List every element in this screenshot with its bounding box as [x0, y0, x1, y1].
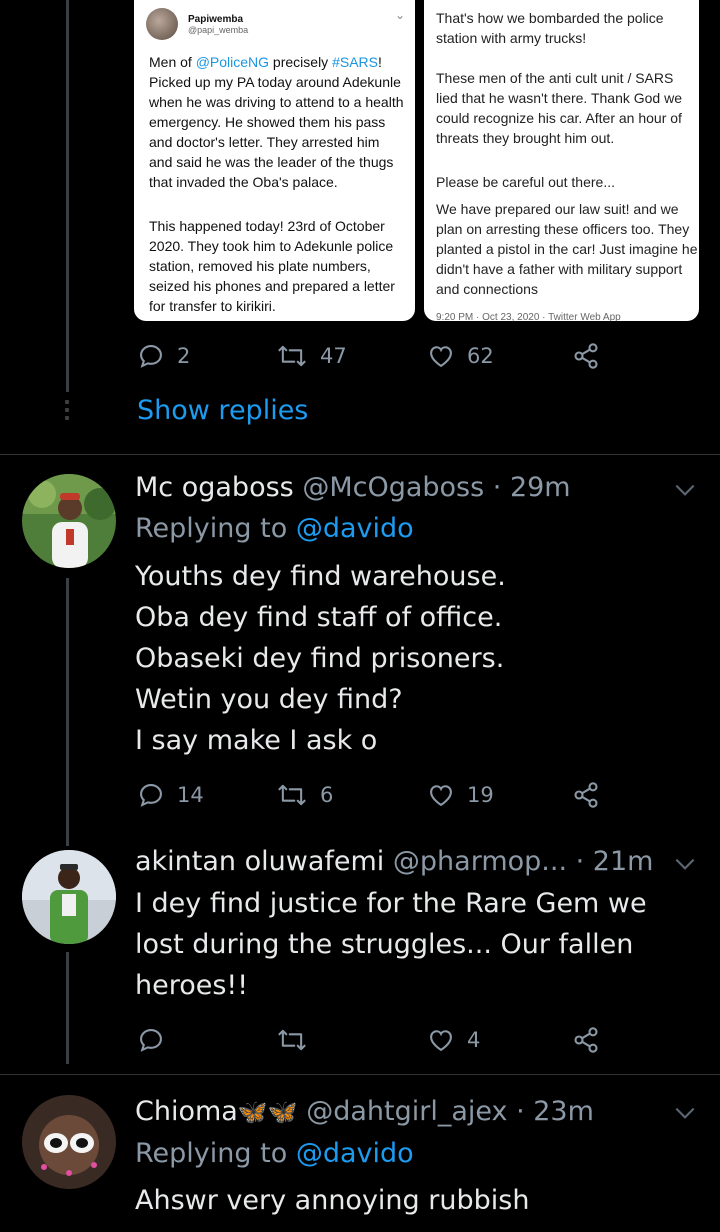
avatar[interactable]: [22, 850, 116, 944]
timestamp: · 21m: [575, 846, 654, 877]
retweet-button[interactable]: 47: [276, 342, 347, 370]
display-name[interactable]: akintan oluwafemi: [135, 846, 384, 877]
avatar[interactable]: [22, 474, 116, 568]
thread-line: [66, 0, 69, 392]
handle[interactable]: @McOgaboss: [302, 472, 484, 503]
avatar-image: [22, 850, 116, 944]
embedded-text-1: Men of @PoliceNG precisely #SARS! Picked…: [149, 54, 404, 190]
handle[interactable]: @dahtgirl_ajex: [306, 1096, 507, 1127]
right-text-4: We have prepared our law suit! and we pl…: [436, 201, 698, 297]
reply-button[interactable]: 14: [137, 781, 204, 809]
divider: [0, 454, 720, 455]
media-image-right[interactable]: That's how we bombarded the police stati…: [424, 0, 699, 321]
like-button[interactable]: 62: [427, 342, 494, 370]
thread-dots: [65, 400, 69, 424]
right-meta: 9:20 PM · Oct 23, 2020 · Twitter Web App: [436, 312, 621, 321]
like-count: 62: [467, 344, 494, 368]
show-replies-link[interactable]: Show replies: [137, 395, 308, 426]
like-count: 4: [467, 1028, 481, 1052]
embedded-text-2: This happened today! 23rd of October 202…: [149, 218, 395, 314]
butterfly-emoji: 🦋🦋: [237, 1098, 298, 1126]
like-count: 19: [467, 783, 494, 807]
reply-icon: [140, 784, 162, 807]
share-button[interactable]: [571, 781, 601, 809]
tweet-header: akintan oluwafemi @pharmop... · 21m: [135, 846, 653, 877]
divider: [0, 1074, 720, 1075]
embedded-chevron-icon: ⌄: [394, 8, 405, 22]
share-button[interactable]: [571, 342, 601, 370]
avatar-image: [22, 474, 116, 568]
retweet-button[interactable]: 6: [276, 781, 333, 809]
embedded-tweet-header: Papiwemba @papi_wemba: [146, 8, 248, 40]
mention-link[interactable]: @davido: [296, 513, 414, 544]
tweet-text: Youths dey find warehouse. Oba dey find …: [135, 561, 506, 756]
share-button[interactable]: [571, 1026, 601, 1054]
retweet-button[interactable]: [276, 1026, 308, 1054]
reply-count: 2: [177, 344, 191, 368]
chevron-down-icon[interactable]: [672, 1100, 698, 1126]
replying-to: Replying to @davido: [135, 1138, 414, 1169]
timestamp: · 29m: [492, 472, 571, 503]
retweet-count: 6: [320, 783, 334, 807]
handle[interactable]: @pharmop...: [393, 846, 567, 877]
thread-line: [66, 578, 69, 846]
reply-count: 14: [177, 783, 204, 807]
replying-to: Replying to @davido: [135, 513, 414, 544]
mention-link[interactable]: @davido: [296, 1138, 414, 1169]
tweet-header: Mc ogaboss @McOgaboss · 29m: [135, 472, 571, 503]
heart-icon: [430, 1030, 452, 1052]
embedded-name: Papiwemba: [188, 13, 244, 25]
retweet-count: 47: [320, 344, 347, 368]
timestamp: · 23m: [516, 1096, 594, 1127]
right-text-2: These men of the anti cult unit / SARS l…: [436, 70, 683, 146]
embedded-avatar: [146, 8, 178, 40]
media-image-left[interactable]: Papiwemba @papi_wemba ⌄ Men of @PoliceNG…: [134, 0, 415, 321]
display-name[interactable]: Chioma: [135, 1096, 238, 1127]
display-name[interactable]: Mc ogaboss: [135, 472, 294, 503]
retweet-icon: [278, 345, 306, 367]
tweet-text: I dey find justice for the Rare Gem we l…: [135, 888, 647, 1001]
share-icon: [574, 782, 598, 808]
tweet-text: Ahswr very annoying rubbish: [135, 1185, 530, 1216]
heart-icon: [430, 785, 452, 807]
retweet-icon: [278, 1029, 306, 1051]
embedded-handle: @papi_wemba: [188, 24, 249, 35]
reply-icon: [140, 1029, 162, 1052]
share-icon: [574, 1027, 598, 1053]
chevron-down-icon[interactable]: [672, 477, 698, 503]
tweet-header: Chioma🦋🦋 @dahtgirl_ajex · 23m: [135, 1096, 594, 1127]
right-text-1: That's how we bombarded the police stati…: [436, 10, 664, 46]
reply-button[interactable]: [137, 1026, 165, 1054]
like-button[interactable]: 19: [427, 781, 494, 809]
reply-button[interactable]: 2: [137, 342, 190, 370]
right-text-3: Please be careful out there...: [436, 174, 615, 190]
avatar-image: [22, 1095, 116, 1189]
like-button[interactable]: 4: [427, 1026, 480, 1054]
heart-icon: [430, 346, 452, 368]
retweet-icon: [278, 784, 306, 806]
thread-line: [66, 952, 69, 1064]
avatar[interactable]: [22, 1095, 116, 1189]
chevron-down-icon[interactable]: [672, 851, 698, 877]
reply-icon: [140, 345, 162, 368]
share-icon: [574, 343, 598, 369]
